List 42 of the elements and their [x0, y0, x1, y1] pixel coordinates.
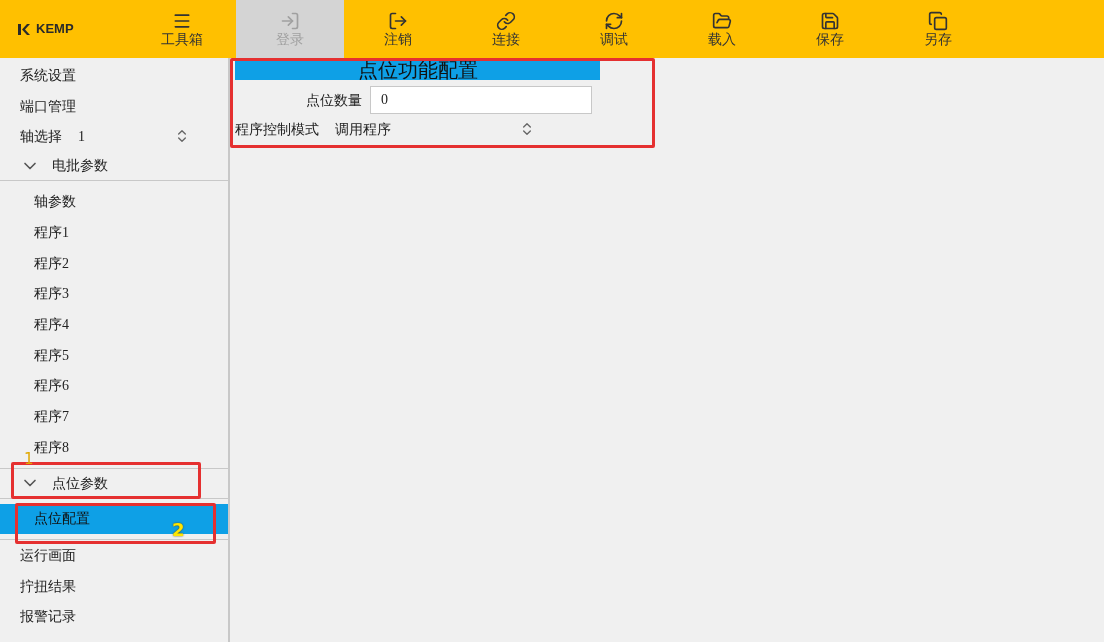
group-label: 点位参数	[52, 474, 108, 493]
save-icon	[820, 11, 840, 31]
logo-text: KEMP	[36, 20, 74, 39]
toolbar-button[interactable]: 载入	[668, 0, 776, 58]
toolbar-button[interactable]: 调试	[560, 0, 668, 58]
spinner-label: 轴选择	[20, 127, 62, 146]
group-header[interactable]: 电批参数	[0, 151, 228, 182]
sidebar-item[interactable]: 轴参数	[0, 186, 228, 218]
sidebar-item[interactable]: 程序5	[0, 339, 228, 371]
field-label: 点位数量	[305, 91, 363, 110]
group-header[interactable]: 点位参数	[0, 468, 228, 499]
sidebar-item[interactable]: 程序7	[0, 401, 228, 432]
sidebar-item[interactable]: 程序2	[0, 247, 228, 279]
sidebar-item[interactable]: 系统设置	[0, 60, 228, 91]
select-field[interactable]: 调用程序	[335, 118, 535, 140]
toolbar-button[interactable]: 连接	[452, 0, 560, 58]
logo-icon	[18, 23, 32, 35]
sidebar-item[interactable]: 程序4	[0, 309, 228, 340]
refresh-icon	[604, 11, 624, 31]
field-label: 程序控制模式	[235, 120, 319, 139]
axis-spinner[interactable]: 轴选择 1	[0, 121, 228, 152]
input-field[interactable]: 0	[370, 86, 592, 114]
sidebar-item[interactable]: 报警记录	[0, 601, 228, 633]
login-icon	[280, 11, 300, 31]
sidebar-item[interactable]: 程序3	[0, 278, 228, 310]
menu-icon	[172, 11, 192, 31]
sidebar-item[interactable]: 端口管理	[0, 90, 228, 122]
sidebar-item[interactable]: 运行画面	[0, 540, 228, 571]
panel-title: 点位功能配置	[235, 60, 600, 80]
sidebar-item[interactable]: 程序1	[0, 217, 228, 248]
folder-icon	[712, 11, 732, 31]
link-icon	[496, 11, 516, 31]
toolbar-button[interactable]: 注销	[344, 0, 452, 58]
sidebar-item[interactable]: 拧扭结果	[0, 570, 228, 602]
spinner-value: 1	[78, 127, 85, 146]
toolbar-button[interactable]: 保存	[776, 0, 884, 58]
toolbar-button[interactable]: 另存	[884, 0, 992, 58]
toolbar-button[interactable]: 工具箱	[128, 0, 236, 58]
copy-icon	[928, 11, 948, 31]
logout-icon	[388, 11, 408, 31]
group-label: 电批参数	[52, 157, 108, 176]
sidebar-item[interactable]: 程序6	[0, 370, 228, 402]
